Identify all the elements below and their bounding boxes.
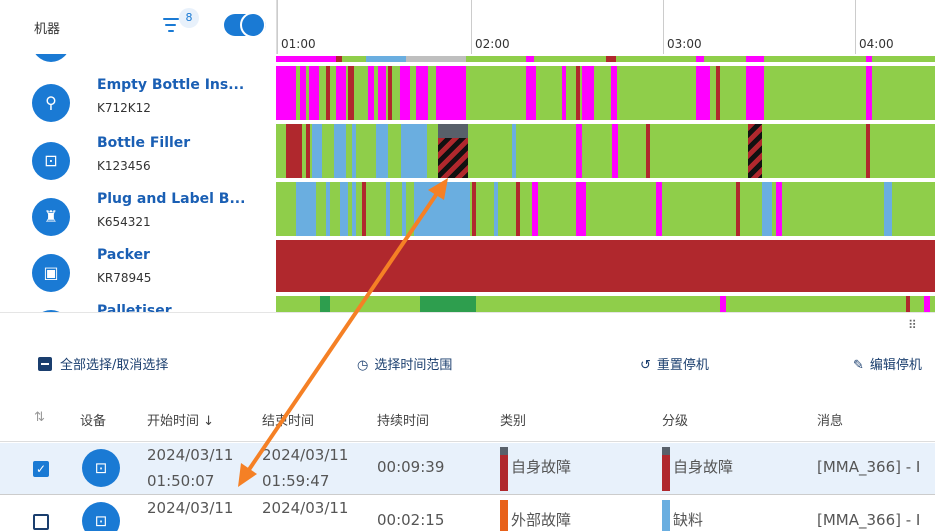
pencil-icon: ✎ <box>853 358 864 373</box>
category: 自身故障 <box>511 458 572 476</box>
reset-icon: ↺ <box>640 358 651 373</box>
track-top[interactable] <box>276 56 935 62</box>
machine-name[interactable]: Empty Bottle Ins... <box>97 77 244 93</box>
row-checkbox[interactable]: ✓ <box>33 461 49 477</box>
category-color-bar <box>500 447 508 491</box>
level: 缺料 <box>673 511 704 529</box>
message: [MMA_366] - I <box>817 511 921 529</box>
labeler-icon: ♜ <box>32 198 70 236</box>
machine-row[interactable] <box>0 54 276 70</box>
packer-icon: ▣ <box>32 254 70 292</box>
col-duration[interactable]: 持续时间 <box>377 410 429 429</box>
start-date: 2024/03/11 <box>147 446 234 464</box>
track-empty-bottle-inspector[interactable] <box>276 66 935 120</box>
bottle-fill-icon: ⊡ <box>82 449 120 487</box>
track-bottle-filler[interactable] <box>276 124 935 178</box>
machine-code: K654321 <box>97 215 151 229</box>
select-range-label: 选择时间范围 <box>374 358 453 373</box>
view-toggle[interactable] <box>224 12 266 38</box>
panel-divider <box>0 312 935 332</box>
timeline-axis: 01:00 02:00 03:00 04:00 <box>276 0 935 54</box>
reset-stop-button[interactable]: ↺ 重置停机 <box>640 354 709 373</box>
tick-label: 02:00 <box>475 37 510 51</box>
machine-name[interactable]: Packer <box>97 247 150 263</box>
drag-handle-icon[interactable]: ⠿ <box>908 318 918 332</box>
tick-label: 04:00 <box>859 37 894 51</box>
category-color-bar <box>500 500 508 531</box>
level-color-bar <box>662 500 670 531</box>
sort-icon[interactable]: ⇅ <box>34 410 45 425</box>
table-row[interactable]: ⊡ 2024/03/11 2024/03/11 00:02:15 外部故障 缺料… <box>0 496 935 531</box>
col-start-label: 开始时间 <box>147 414 200 429</box>
track-packer[interactable] <box>276 240 935 292</box>
filter-button[interactable]: 8 <box>163 8 199 38</box>
track-plug-and-label[interactable] <box>276 182 935 236</box>
table-toolbar: 全部选择/取消选择 ◷ 选择时间范围 ↺ 重置停机 ✎ 编辑停机 <box>0 340 935 388</box>
clock-icon: ◷ <box>357 358 369 373</box>
start-date: 2024/03/11 <box>147 499 234 517</box>
machine-code: K123456 <box>97 159 151 173</box>
col-end-time[interactable]: 结束时间 <box>262 410 314 429</box>
track-palletiser[interactable] <box>276 296 935 312</box>
sort-down-icon: ↓ <box>203 414 215 429</box>
col-device[interactable]: 设备 <box>80 410 106 429</box>
start-time: 01:50:07 <box>147 472 215 490</box>
machine-icon <box>32 54 70 62</box>
machine-list: ⚲ Empty Bottle Ins... K712K12 ⊡ Bottle F… <box>0 54 276 312</box>
tick-label: 03:00 <box>667 37 702 51</box>
reset-stop-label: 重置停机 <box>656 358 709 373</box>
machine-row[interactable]: ♜ Plug and Label B... K654321 <box>0 188 276 244</box>
message: [MMA_366] - I <box>817 458 921 476</box>
machine-row[interactable]: ⊡ Bottle Filler K123456 <box>0 132 276 188</box>
downtime-analysis-screen: 机器 8 ⚲ Empty Bottle Ins... K712K12 ⊡ Bot… <box>0 0 935 531</box>
machine-row[interactable]: ▣ Packer KR78945 <box>0 244 276 300</box>
machine-code: KR78945 <box>97 271 152 285</box>
duration: 00:02:15 <box>377 511 445 529</box>
edit-stop-button[interactable]: ✎ 编辑停机 <box>853 354 922 373</box>
duration: 00:09:39 <box>377 458 445 476</box>
edit-stop-label: 编辑停机 <box>869 358 922 373</box>
machine-name[interactable]: Bottle Filler <box>97 135 190 151</box>
machine-name[interactable]: Plug and Label B... <box>97 191 245 207</box>
tick-label: 01:00 <box>281 37 316 51</box>
end-date: 2024/03/11 <box>262 499 349 517</box>
bottle-fill-icon: ⊡ <box>82 502 120 531</box>
end-date: 2024/03/11 <box>262 446 349 464</box>
machine-name[interactable]: Palletiser <box>97 303 172 312</box>
select-all-button[interactable]: 全部选择/取消选择 <box>38 354 168 373</box>
level-color-bar <box>662 447 670 491</box>
table-row[interactable]: ✓ ⊡ 2024/03/11 01:50:07 2024/03/11 01:59… <box>0 443 935 495</box>
select-time-range-button[interactable]: ◷ 选择时间范围 <box>357 354 452 373</box>
machine-row[interactable]: Palletiser <box>0 300 276 312</box>
timeline-chart[interactable]: 01:00 02:00 03:00 04:00 <box>276 0 935 312</box>
end-time: 01:59:47 <box>262 472 330 490</box>
filter-icon <box>163 18 179 36</box>
select-all-label: 全部选择/取消选择 <box>60 358 169 373</box>
table-header: ⇅ 设备 开始时间 ↓ 结束时间 持续时间 类别 分级 消息 <box>0 392 935 442</box>
magnifier-icon: ⚲ <box>32 84 70 122</box>
machine-row[interactable]: ⚲ Empty Bottle Ins... K712K12 <box>0 74 276 130</box>
machines-label: 机器 <box>34 22 61 37</box>
col-start-time[interactable]: 开始时间 ↓ <box>147 410 214 429</box>
level: 自身故障 <box>673 458 734 476</box>
machine-column-header: 机器 8 <box>0 0 276 54</box>
col-message[interactable]: 消息 <box>817 410 843 429</box>
row-checkbox[interactable] <box>33 514 49 530</box>
category: 外部故障 <box>511 511 572 529</box>
col-category[interactable]: 类别 <box>500 410 526 429</box>
selected-event-marker[interactable] <box>438 138 468 178</box>
filter-count-badge: 8 <box>179 8 199 28</box>
machine-code: K712K12 <box>97 101 151 115</box>
minus-checkbox-icon <box>38 357 52 371</box>
col-level[interactable]: 分级 <box>662 410 688 429</box>
bottle-fill-icon: ⊡ <box>32 142 70 180</box>
